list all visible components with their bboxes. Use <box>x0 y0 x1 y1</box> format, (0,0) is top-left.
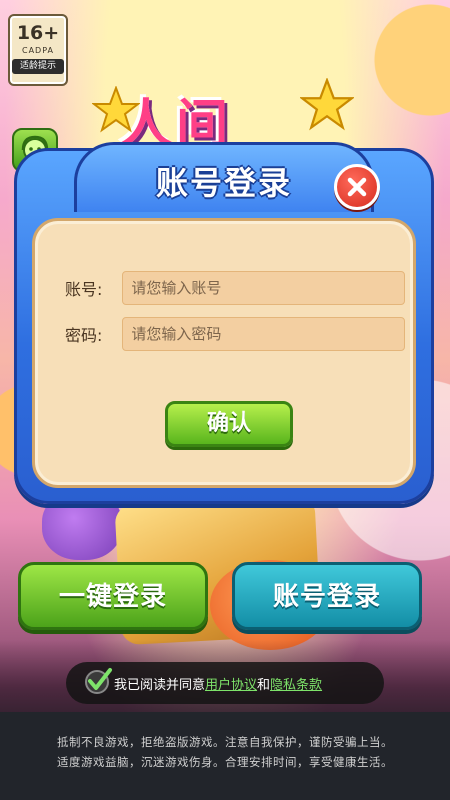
agreement-checkbox[interactable] <box>82 665 114 697</box>
agreement-and: 和 <box>257 677 271 693</box>
confirm-button[interactable]: 确认 <box>165 401 293 447</box>
account-label: 账号: <box>65 280 103 299</box>
health-notice-line-1: 抵制不良游戏，拒绝盗版游戏。注意自我保护，谨防受骗上当。 <box>57 735 393 749</box>
user-agreement-link[interactable]: 用户协议 <box>205 678 257 693</box>
quick-login-button[interactable]: 一键登录 <box>18 562 208 630</box>
health-notice-line-2: 适度游戏益脑，沉迷游戏伤身。合理安排时间，享受健康生活。 <box>57 755 393 769</box>
age-rating-tip: 适龄提示 <box>12 59 64 74</box>
dialog-body: 账号: 密码: 确认 <box>32 218 416 488</box>
agreement-prefix: 我已阅读并同意 <box>114 677 206 693</box>
privacy-policy-link[interactable]: 隐私条款 <box>270 678 322 693</box>
close-icon <box>347 177 367 197</box>
agreement-text: 我已阅读并同意用户协议和隐私条款 <box>114 674 322 693</box>
age-rating-badge[interactable]: 16+ CADPA 适龄提示 <box>8 14 68 86</box>
account-row: 账号: <box>65 271 405 305</box>
age-rating-value: 16+ <box>16 22 60 44</box>
account-input[interactable] <box>122 271 405 305</box>
account-login-button[interactable]: 账号登录 <box>232 562 422 630</box>
login-dialog: 账号登录 账号: 密码: 确认 <box>14 142 434 504</box>
password-row: 密码: <box>65 317 405 351</box>
close-button[interactable] <box>334 164 380 210</box>
agreement-bar: 我已阅读并同意用户协议和隐私条款 <box>66 662 384 704</box>
age-rating-org: CADPA <box>21 46 54 55</box>
health-notice: 抵制不良游戏，拒绝盗版游戏。注意自我保护，谨防受骗上当。 适度游戏益脑，沉迷游戏… <box>0 712 450 800</box>
password-input[interactable] <box>122 317 405 351</box>
password-label: 密码: <box>65 326 103 345</box>
checkmark-icon <box>85 668 112 694</box>
